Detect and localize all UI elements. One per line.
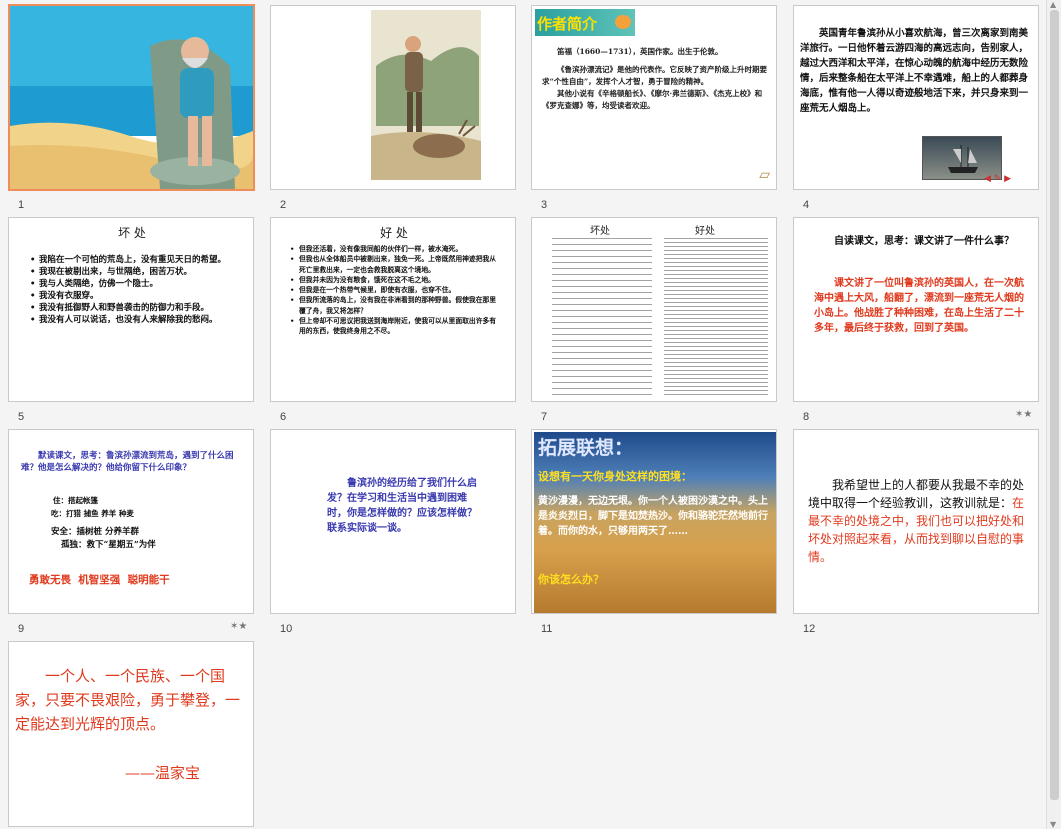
scroll-up-icon[interactable]: ▲ (1050, 0, 1056, 9)
slide-thumbnail-1[interactable] (8, 4, 255, 191)
slide-number: 12 (803, 623, 816, 635)
advantage-list: 但我还活着，没有像我同船的伙伴们一样，被水淹死。 但我也从全体船员中被剔出来，独… (289, 244, 501, 337)
desert-scenario: 黄沙漫漫，无边无垠。你一个人被困沙漠之中。头上是炎炎烈日，脚下是如焚热沙。你和骆… (538, 496, 768, 537)
slide-thumbnail-12[interactable]: 我希望世上的人都要从我最不幸的处境中取得一个经验教训，这教训就是：在最不幸的处境… (793, 429, 1039, 614)
scroll-down-icon[interactable]: ▼ (1050, 820, 1056, 829)
author-intro-text: 笛福（1660—1731），英国作家。出生于伦敦。 《鲁滨孙漂流记》是他的代表作… (542, 47, 767, 110)
slide-thumbnail-8[interactable]: 自读课文，思考：课文讲了一件什么事？ 课文讲了一位叫鲁滨孙的英国人，在一次航海中… (793, 217, 1039, 402)
reading-answer: 课文讲了一位叫鲁滨孙的英国人，在一次航海中遇上大风，船翻了，漂流到一座荒无人烟的… (814, 278, 1024, 334)
slide-thumbnail-5[interactable]: 坏 处 我陷在一个可怕的荒岛上，没有重见天日的希望。 我现在被剔出来，与世隔绝，… (8, 217, 254, 402)
slide-number: 10 (280, 623, 293, 635)
slide-number: 3 (541, 199, 548, 211)
slide-number: 7 (541, 411, 548, 423)
slide-thumbnail-2[interactable] (270, 5, 516, 190)
slide-number: 5 (18, 411, 25, 423)
slide-thumbnail-11[interactable]: 拓展联想： 设想有一天你身处这样的困境： 黄沙漫漫，无边无垠。你一个人被困沙漠之… (531, 429, 777, 614)
slide-thumbnail-7[interactable]: 坏处 好处 (531, 217, 777, 402)
slide-thumbnail-10[interactable]: 鲁滨孙的经历给了我们什么启发？在学习和生活当中遇到困难时，你是怎样做的？应该怎样… (270, 429, 516, 614)
vertical-scrollbar[interactable]: ▲ ▼ (1046, 0, 1061, 829)
scroll-thumb[interactable] (1050, 10, 1059, 800)
lesson-quote: 我希望世上的人都要从我最不幸的处境中取得一个经验教训，这教训就是：在最不幸的处境… (808, 478, 1025, 564)
disadvantage-list: 我陷在一个可怕的荒岛上，没有重见天日的希望。 我现在被剔出来，与世隔绝，困苦万状… (29, 254, 239, 326)
silent-reading-prompt: 默读课文，思考：鲁滨孙漂流到荒岛，遇到了什么困难？他是怎么解决的？他给你留下什么… (21, 451, 234, 473)
slide-title: 坏 处 (118, 226, 146, 240)
slide-number: 11 (541, 623, 553, 635)
impression-summary: 勇敢无畏 机智坚强 聪明能干 (29, 574, 170, 586)
closing-quote: 一个人、一个民族、一个国家，只要不畏艰险，勇于攀登，一定能达到光辉的顶点。 (15, 667, 241, 733)
slide-title: 拓展联想： (538, 437, 634, 459)
slide-subtitle: 设想有一天你身处这样的困境： (538, 470, 692, 483)
robinson-sea-illustration (10, 6, 253, 189)
slide-thumbnail-3[interactable]: 作者简介 笛福（1660—1731），英国作家。出生于伦敦。 《鲁滨孙漂流记》是… (531, 5, 777, 190)
slide-number: 9 (18, 623, 25, 635)
nav-arrow-icons: ◀ ✎ ▶ (984, 174, 1012, 184)
author-intro-heading: 作者简介 (535, 9, 635, 36)
scenario-question: 你该怎么办？ (538, 573, 604, 586)
slide-number: 8 (803, 411, 810, 423)
slide-thumbnail-4[interactable]: 英国青年鲁滨孙从小喜欢航海，曾三次离家到南美洋旅行。一日他怀着云游四海的高远志向… (793, 5, 1039, 190)
column-header-bad: 坏处 (590, 226, 610, 237)
open-book-icon: ▱ (759, 167, 770, 183)
slide-sorter: 1 2 作者简介 笛福（1660—1731），英国作家。出生于伦敦。 《鲁滨孙漂… (0, 0, 1046, 829)
animation-star-icon[interactable]: ✶★ (230, 621, 247, 632)
reading-prompt: 自读课文，思考：课文讲了一件什么事？ (834, 236, 1014, 247)
slide-number: 1 (18, 199, 25, 211)
reflection-question: 鲁滨孙的经历给了我们什么启发？在学习和生活当中遇到困难时，你是怎样做的？应该怎样… (327, 478, 477, 534)
slide-title: 好 处 (380, 226, 408, 240)
book-icon (615, 15, 631, 29)
slide-thumbnail-6[interactable]: 好 处 但我还活着，没有像我同船的伙伴们一样，被水淹死。 但我也从全体船员中被剔… (270, 217, 516, 402)
solution-lines: 住：搭起帐篷 吃：打猎 捕鱼 养羊 种麦 安全：插树桩 分养羊群 孤独：救下“星… (51, 496, 156, 550)
robinson-goat-illustration (371, 10, 481, 180)
animation-star-icon[interactable]: ✶★ (1015, 409, 1032, 420)
comparison-columns (552, 236, 770, 396)
quote-author: ——温家宝 (125, 764, 201, 782)
slide-thumbnail-9[interactable]: 默读课文，思考：鲁滨孙漂流到荒岛，遇到了什么困难？他是怎么解决的？他给你留下什么… (8, 429, 254, 614)
slide-number: 6 (280, 411, 287, 423)
slide-number: 2 (280, 199, 287, 211)
slide-number: 4 (803, 199, 810, 211)
slide-thumbnail-13[interactable]: 一个人、一个民族、一个国家，只要不畏艰险，勇于攀登，一定能达到光辉的顶点。 ——… (8, 641, 254, 827)
story-background-text: 英国青年鲁滨孙从小喜欢航海，曾三次离家到南美洋旅行。一日他怀着云游四海的高远志向… (800, 28, 1029, 114)
column-header-good: 好处 (695, 226, 715, 237)
